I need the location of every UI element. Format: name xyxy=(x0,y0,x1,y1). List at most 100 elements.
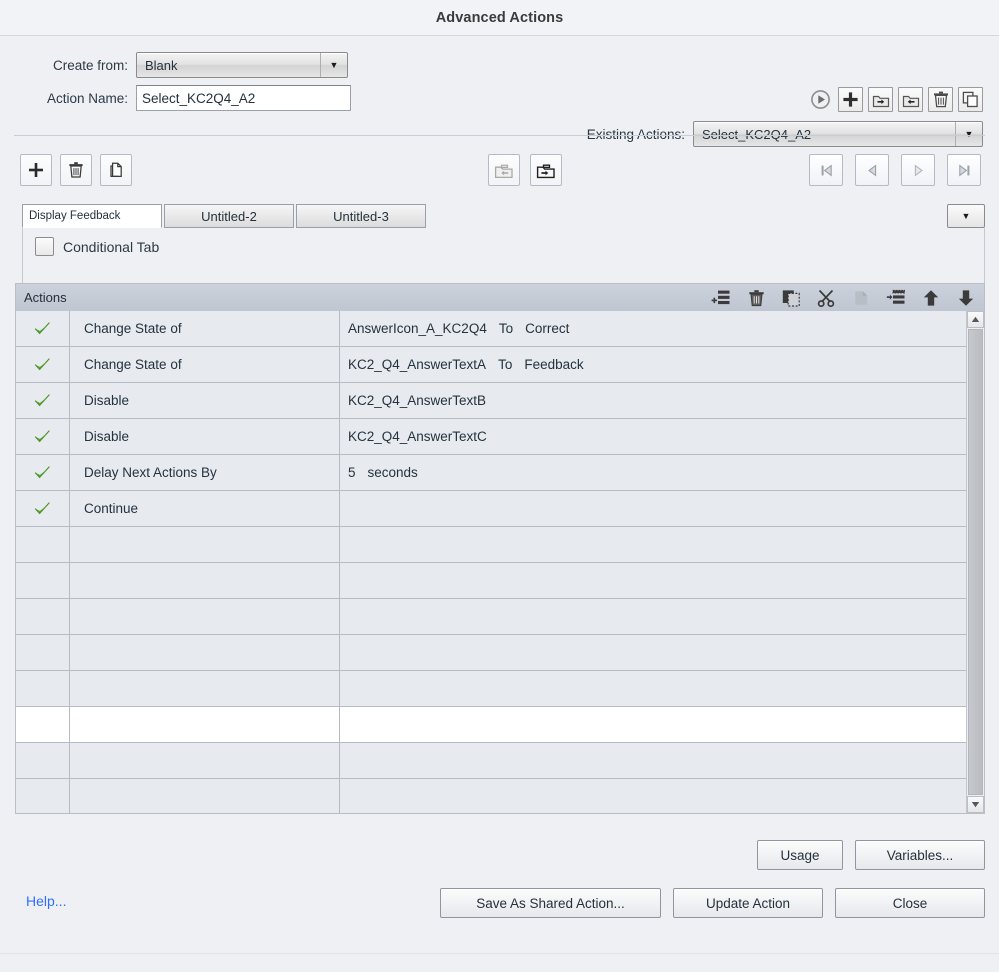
table-row[interactable] xyxy=(16,635,984,671)
next-tab-button[interactable] xyxy=(901,154,935,186)
first-tab-button[interactable] xyxy=(809,154,843,186)
action-type-cell[interactable]: Delay Next Actions By xyxy=(70,455,340,490)
table-row[interactable]: Delay Next Actions By 5 seconds xyxy=(16,455,984,491)
tab-display-feedback[interactable]: Display Feedback xyxy=(22,204,162,228)
action-enabled-checkmark[interactable] xyxy=(16,671,70,706)
tab-overflow-dropdown[interactable]: ▼ xyxy=(947,204,985,228)
action-type-cell[interactable] xyxy=(70,707,340,742)
action-params-cell[interactable] xyxy=(340,599,984,634)
conditional-tab-checkbox[interactable] xyxy=(35,237,54,256)
paste-action-row-icon[interactable] xyxy=(851,288,871,308)
preview-icon[interactable] xyxy=(808,87,833,112)
scroll-down-button[interactable] xyxy=(967,796,984,813)
action-enabled-checkmark[interactable] xyxy=(16,527,70,562)
action-enabled-checkmark[interactable] xyxy=(16,491,70,526)
action-enabled-checkmark[interactable] xyxy=(16,635,70,670)
import-action-icon[interactable] xyxy=(898,87,923,112)
actions-vertical-scrollbar[interactable] xyxy=(966,311,984,813)
export-shared-action-button[interactable] xyxy=(530,154,562,186)
delete-tab-button[interactable] xyxy=(60,154,92,186)
action-enabled-checkmark[interactable] xyxy=(16,707,70,742)
action-enabled-checkmark[interactable] xyxy=(16,383,70,418)
usage-button[interactable]: Usage xyxy=(757,840,843,870)
update-action-button[interactable]: Update Action xyxy=(673,888,823,918)
save-as-shared-action-button[interactable]: Save As Shared Action... xyxy=(440,888,661,918)
table-row[interactable] xyxy=(16,599,984,635)
action-type-cell[interactable] xyxy=(70,743,340,778)
last-tab-button[interactable] xyxy=(947,154,981,186)
help-link[interactable]: Help... xyxy=(26,893,66,909)
action-enabled-checkmark[interactable] xyxy=(16,455,70,490)
action-params-cell[interactable] xyxy=(340,527,984,562)
table-row[interactable]: Change State of AnswerIcon_A_KC2Q4 To Corre… xyxy=(16,311,984,347)
cut-action-row-icon[interactable] xyxy=(816,288,836,308)
action-enabled-checkmark[interactable] xyxy=(16,779,70,813)
action-type-cell[interactable] xyxy=(70,527,340,562)
action-type-cell[interactable] xyxy=(70,635,340,670)
action-type-cell[interactable] xyxy=(70,671,340,706)
tab-untitled-2[interactable]: Untitled-2 xyxy=(164,204,294,228)
table-row[interactable] xyxy=(16,743,984,779)
action-params-cell[interactable]: AnswerIcon_A_KC2Q4 To Correct xyxy=(340,311,984,346)
table-row[interactable]: Disable KC2_Q4_AnswerTextC xyxy=(16,419,984,455)
action-params-cell[interactable] xyxy=(340,707,984,742)
table-row[interactable] xyxy=(16,527,984,563)
action-type-cell[interactable]: Change State of xyxy=(70,347,340,382)
export-action-icon[interactable] xyxy=(868,87,893,112)
action-enabled-checkmark[interactable] xyxy=(16,599,70,634)
action-params-cell[interactable] xyxy=(340,671,984,706)
action-params-cell[interactable]: KC2_Q4_AnswerTextA To Feedback xyxy=(340,347,984,382)
create-from-dropdown[interactable]: Blank ▼ xyxy=(136,52,348,78)
scrollbar-thumb[interactable] xyxy=(968,329,983,795)
table-row[interactable] xyxy=(16,779,984,813)
action-name-input[interactable]: Select_KC2Q4_A2 xyxy=(136,85,351,111)
insert-action-row-icon[interactable] xyxy=(886,288,906,308)
action-type-cell[interactable]: Change State of xyxy=(70,311,340,346)
table-row[interactable] xyxy=(16,671,984,707)
move-up-icon[interactable] xyxy=(921,288,941,308)
duplicate-action-icon[interactable] xyxy=(958,87,983,112)
duplicate-tab-button[interactable] xyxy=(100,154,132,186)
add-action-icon[interactable] xyxy=(838,87,863,112)
action-type-cell[interactable] xyxy=(70,779,340,813)
action-params-cell[interactable] xyxy=(340,635,984,670)
action-params-cell[interactable] xyxy=(340,491,984,526)
tab-untitled-3[interactable]: Untitled-3 xyxy=(296,204,426,228)
copy-action-row-icon[interactable] xyxy=(781,288,801,308)
existing-actions-dropdown[interactable]: Select_KC2Q4_A2 ▼ xyxy=(693,121,983,147)
add-tab-button[interactable] xyxy=(20,154,52,186)
import-shared-action-button[interactable] xyxy=(488,154,520,186)
action-params-cell[interactable]: KC2_Q4_AnswerTextB xyxy=(340,383,984,418)
table-row[interactable]: Disable KC2_Q4_AnswerTextB xyxy=(16,383,984,419)
table-row[interactable] xyxy=(16,563,984,599)
action-params-cell[interactable] xyxy=(340,779,984,813)
action-type-cell[interactable] xyxy=(70,599,340,634)
actions-table-header: Actions xyxy=(16,284,984,312)
variables-button[interactable]: Variables... xyxy=(855,840,985,870)
move-down-icon[interactable] xyxy=(956,288,976,308)
action-params-cell[interactable]: 5 seconds xyxy=(340,455,984,490)
table-row[interactable]: Change State of KC2_Q4_AnswerTextA To Feedb… xyxy=(16,347,984,383)
action-params-cell[interactable]: KC2_Q4_AnswerTextC xyxy=(340,419,984,454)
action-enabled-checkmark[interactable] xyxy=(16,563,70,598)
action-enabled-checkmark[interactable] xyxy=(16,311,70,346)
action-type-cell[interactable]: Continue xyxy=(70,491,340,526)
add-action-row-icon[interactable] xyxy=(711,288,731,308)
action-params-cell[interactable] xyxy=(340,563,984,598)
scroll-up-button[interactable] xyxy=(967,311,984,328)
action-params-cell[interactable] xyxy=(340,743,984,778)
action-type-cell[interactable]: Disable xyxy=(70,419,340,454)
action-enabled-checkmark[interactable] xyxy=(16,347,70,382)
previous-tab-button[interactable] xyxy=(855,154,889,186)
close-button[interactable]: Close xyxy=(835,888,985,918)
table-row[interactable] xyxy=(16,707,984,743)
window-title: Advanced Actions xyxy=(435,9,564,26)
delete-action-icon[interactable] xyxy=(928,87,953,112)
action-type-cell[interactable] xyxy=(70,563,340,598)
action-enabled-checkmark[interactable] xyxy=(16,743,70,778)
delete-action-row-icon[interactable] xyxy=(746,288,766,308)
table-row[interactable]: Continue xyxy=(16,491,984,527)
action-enabled-checkmark[interactable] xyxy=(16,419,70,454)
action-type-cell[interactable]: Disable xyxy=(70,383,340,418)
action-name-label: Action Name: xyxy=(46,90,128,106)
